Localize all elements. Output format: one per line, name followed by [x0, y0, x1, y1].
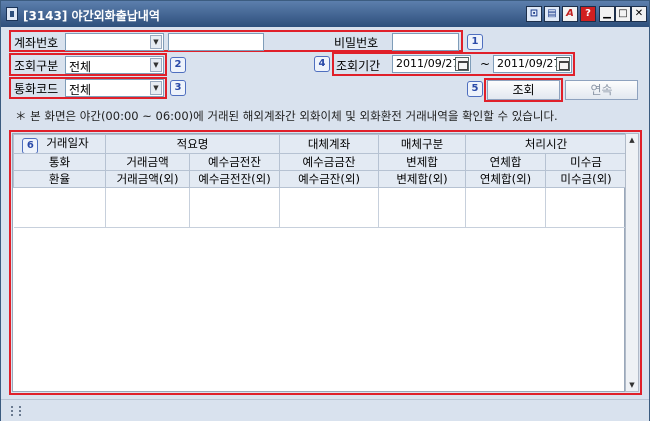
date-from-input[interactable]: 2011/09/27	[392, 55, 471, 73]
col-header-repayment-sum-fx: 변제합(외)	[378, 170, 466, 188]
date-to-value: 2011/09/27	[497, 57, 561, 70]
col-header: 6 거래일자	[13, 134, 106, 154]
date-separator: ~	[480, 57, 491, 71]
print-icon[interactable]: ▤	[544, 6, 560, 22]
currency-label: 통화코드	[14, 82, 59, 96]
grid-cell[interactable]	[13, 187, 106, 228]
account-label: 계좌번호	[14, 36, 59, 50]
badge-4: 4	[314, 56, 330, 72]
date-to-input[interactable]: 2011/09/27	[493, 55, 572, 73]
table-row[interactable]	[13, 187, 628, 228]
col-header-deposit-balance-fx: 예수금잔(외)	[279, 170, 379, 188]
continue-button[interactable]: 연속	[565, 80, 638, 100]
grid-header-row-2: 통화 거래금액 예수금전잔 예수금금잔 변제합 연체합 미수금	[13, 153, 628, 171]
chevron-down-icon[interactable]: ▼	[150, 58, 162, 72]
col-header-deposit-balance: 예수금금잔	[279, 153, 379, 171]
col-header-repayment-sum: 변제합	[378, 153, 466, 171]
grid-cell[interactable]	[105, 187, 190, 228]
status-bar	[1, 399, 649, 421]
grip-icon	[11, 406, 21, 416]
badge-3: 3	[170, 80, 186, 96]
query-type-select[interactable]: 전체 ▼	[65, 56, 164, 74]
date-from-value: 2011/09/27	[396, 57, 460, 70]
grid-cell[interactable]	[545, 187, 628, 228]
badge-5: 5	[467, 81, 483, 97]
close-icon[interactable]: ✕	[631, 6, 647, 22]
grid-cell[interactable]	[378, 187, 466, 228]
grid-cell[interactable]	[189, 187, 280, 228]
grid-header-row-3: 환율 거래금액(외) 예수금전잔(외) 예수금잔(외) 변제합(외) 연체합(외…	[13, 170, 628, 188]
restore-icon[interactable]: □	[615, 6, 631, 22]
scroll-up-icon[interactable]: ▲	[626, 134, 638, 146]
calendar-icon[interactable]	[455, 57, 469, 71]
badge-1: 1	[467, 34, 483, 50]
grid-cell[interactable]	[279, 187, 379, 228]
col-header-deposit-prev: 예수금전잔	[189, 153, 280, 171]
col-header-receivable-fx: 미수금(외)	[544, 170, 628, 188]
transaction-grid[interactable]: 6 거래일자 적요명 대체계좌 매체구분 처리시간 통화 거래금액 예수금전잔 예…	[12, 133, 628, 392]
badge-6: 6	[22, 138, 39, 153]
app-icon	[6, 7, 18, 21]
grid-cell[interactable]	[465, 187, 546, 228]
title-bar: [3143] 야간외화출납내역 ⊡ ▤ A ? ▁ □ ✕	[1, 1, 649, 27]
col-header-description: 적요명	[105, 134, 280, 154]
col-header-overdue-sum-fx: 연체합(외)	[465, 170, 546, 188]
currency-value: 전체	[69, 83, 92, 97]
grid-scrollbar[interactable]: ▲ ▼	[625, 133, 639, 392]
query-type-value: 전체	[69, 60, 92, 74]
account-name-field	[168, 33, 264, 51]
col-header-overdue-sum: 연체합	[465, 153, 546, 171]
col-header-transfer-account: 대체계좌	[279, 134, 379, 154]
font-icon[interactable]: A	[562, 6, 578, 22]
col-header-trade-date: 거래일자	[46, 136, 89, 150]
query-type-label: 조회구분	[14, 59, 59, 73]
notice-text: ＊ 본 화면은 야간(00:00 ~ 06:00)에 거래된 해외계좌간 외화이…	[15, 109, 558, 123]
window-title: [3143] 야간외화출납내역	[23, 9, 160, 23]
currency-select[interactable]: 전체 ▼	[65, 79, 164, 97]
chevron-down-icon[interactable]: ▼	[150, 35, 162, 49]
col-header-media-type: 매체구분	[378, 134, 466, 154]
password-input[interactable]	[392, 33, 459, 51]
help-icon[interactable]: ?	[580, 6, 596, 22]
scroll-down-icon[interactable]: ▼	[626, 379, 638, 391]
link-icon[interactable]: ⊡	[526, 6, 542, 22]
col-header-exchange-rate: 환율	[13, 170, 106, 188]
chevron-down-icon[interactable]: ▼	[150, 81, 162, 95]
calendar-icon[interactable]	[556, 57, 570, 71]
col-header-currency: 통화	[13, 153, 106, 171]
app-window: [3143] 야간외화출납내역 ⊡ ▤ A ? ▁ □ ✕ 계좌번호 ▼ 비밀번…	[0, 0, 650, 421]
password-label: 비밀번호	[334, 36, 379, 50]
col-header-amount: 거래금액	[105, 153, 190, 171]
account-number-combo[interactable]: ▼	[65, 33, 164, 51]
badge-2: 2	[170, 57, 186, 73]
col-header-amount-fx: 거래금액(외)	[105, 170, 190, 188]
minimize-icon[interactable]: ▁	[599, 6, 615, 22]
col-header-receivable: 미수금	[544, 153, 628, 171]
grid-header-row-1: 6 거래일자 적요명 대체계좌 매체구분 처리시간	[13, 134, 628, 154]
period-label: 조회기간	[336, 59, 381, 73]
col-header-process-time: 처리시간	[464, 134, 628, 154]
search-button[interactable]: 조회	[487, 80, 560, 100]
col-header-deposit-prev-fx: 예수금전잔(외)	[189, 170, 280, 188]
